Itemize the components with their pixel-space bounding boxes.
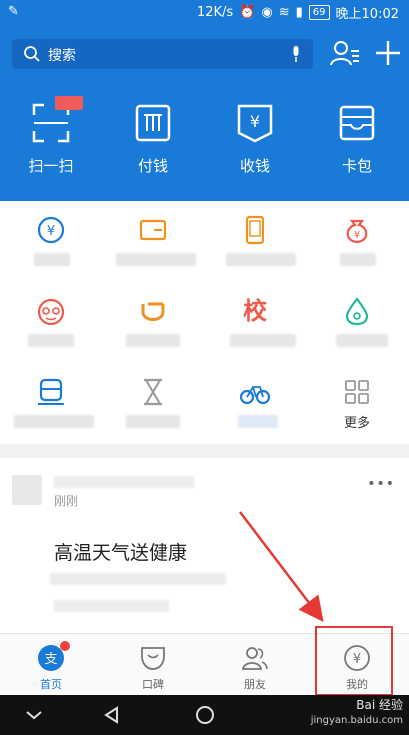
quick-action-label: 扫一扫: [28, 157, 74, 175]
blurred-label: [238, 415, 278, 428]
quick-action-pay[interactable]: 付钱: [102, 103, 204, 193]
clock: 晚上10:02: [335, 7, 399, 22]
more-options-icon[interactable]: •••: [367, 476, 395, 492]
alarm-icon: ⏰: [239, 5, 256, 20]
feed-card[interactable]: 刚刚 ••• 高温天气送健康: [0, 458, 409, 633]
search-icon: [24, 46, 40, 62]
blurred-label: [340, 253, 376, 266]
friends-icon: [241, 647, 268, 670]
blurred-label: [14, 415, 94, 428]
blurred-line: [50, 573, 226, 585]
watermark-site: jingyan.baidu.com: [310, 715, 403, 726]
svg-text:¥: ¥: [354, 230, 360, 241]
blurred-label: [126, 334, 180, 347]
app-money-bag[interactable]: ¥: [306, 201, 408, 282]
key-icon: ✎: [8, 4, 19, 19]
add-icon[interactable]: [374, 39, 402, 67]
drop-icon: [345, 297, 369, 326]
tab-home[interactable]: 支 首页: [0, 634, 102, 696]
notification-dot: [60, 641, 70, 651]
tab-label: 口碑: [142, 678, 164, 691]
network-speed: 12K/s: [196, 5, 234, 20]
tab-label: 朋友: [244, 678, 266, 691]
blurred-label: [230, 334, 296, 347]
microphone-icon[interactable]: [291, 46, 301, 62]
app-exchange[interactable]: ¥: [0, 201, 102, 282]
app-school[interactable]: 校: [204, 282, 306, 363]
tab-friends[interactable]: 朋友: [204, 634, 306, 696]
search-bar[interactable]: 搜索: [12, 39, 313, 69]
money-bag-icon: ¥: [346, 219, 368, 244]
scan-badge: [55, 96, 83, 110]
eye-icon: ◉: [261, 5, 273, 20]
tab-koubei[interactable]: 口碑: [102, 634, 204, 696]
app-hourglass[interactable]: [102, 363, 204, 444]
app-more[interactable]: 更多: [306, 363, 408, 444]
blurred-line: [54, 600, 169, 612]
android-nav-bar: Bai 经验 jingyan.baidu.com: [0, 695, 409, 735]
app-face[interactable]: [0, 282, 102, 363]
app-grid: ¥ ¥ 校 更多: [0, 201, 409, 444]
pay-icon: [135, 104, 171, 142]
contacts-icon[interactable]: [330, 39, 360, 67]
alipay-home-screen: ✎ 12K/s ⏰ ◉ ≋ ▮ 69 晚上10:02 搜索 扫一扫 付钱 ¥ 收…: [0, 0, 409, 735]
svg-text:支: 支: [44, 652, 57, 667]
quick-action-receive[interactable]: ¥ 收钱: [204, 103, 306, 193]
app-didi[interactable]: [102, 282, 204, 363]
search-placeholder: 搜索: [48, 48, 76, 64]
more-apps-icon: [345, 380, 369, 404]
quick-action-label: 付钱: [137, 157, 168, 175]
top-panel: 搜索 扫一扫 付钱 ¥ 收钱 卡包: [0, 25, 409, 201]
avatar: [12, 475, 42, 505]
koubei-icon: [141, 647, 165, 670]
bicycle-icon: [240, 386, 270, 405]
status-right: 12K/s ⏰ ◉ ≋ ▮ 69 晚上10:02: [197, 3, 399, 22]
didi-icon: [141, 302, 165, 321]
quick-action-card[interactable]: 卡包: [306, 103, 408, 193]
app-drop[interactable]: [306, 282, 408, 363]
quick-action-label: 卡包: [341, 157, 372, 175]
app-card[interactable]: [102, 201, 204, 282]
receive-money-icon: ¥: [237, 104, 273, 143]
glasses-face-icon: [37, 298, 65, 326]
svg-text:¥: ¥: [47, 224, 55, 239]
blurred-label: [28, 334, 74, 347]
quick-action-scan[interactable]: 扫一扫: [0, 103, 102, 193]
hourglass-icon: [144, 378, 162, 406]
back-icon[interactable]: [102, 705, 122, 725]
app-bike[interactable]: [204, 363, 306, 444]
post-time: 刚刚: [54, 494, 79, 508]
blurred-label: [116, 253, 196, 266]
watermark-brand: Bai 经验: [356, 698, 403, 712]
baidu-watermark: Bai 经验 jingyan.baidu.com: [311, 697, 403, 729]
wifi-icon: ≋: [278, 5, 290, 20]
svg-text:¥: ¥: [250, 112, 260, 131]
app-train[interactable]: [0, 363, 102, 444]
blurred-label: [336, 334, 388, 347]
blurred-label: [126, 415, 180, 428]
blurred-label: [34, 253, 70, 266]
card-wallet-icon: [339, 105, 375, 141]
bank-card-icon: [139, 219, 167, 241]
battery-level: 69: [308, 5, 330, 20]
annotation-highlight-box: [315, 626, 393, 696]
blurred-label: [226, 253, 296, 266]
feed-headline: 高温天气送健康: [54, 542, 188, 564]
status-bar: ✎ 12K/s ⏰ ◉ ≋ ▮ 69 晚上10:02: [0, 0, 409, 25]
currency-exchange-icon: ¥: [37, 216, 65, 244]
train-icon: [38, 378, 64, 405]
home-button-icon[interactable]: [195, 705, 215, 725]
app-phone[interactable]: [204, 201, 306, 282]
signal-icon: ▮: [295, 5, 303, 20]
more-label: 更多: [343, 416, 370, 431]
quick-action-label: 收钱: [239, 157, 270, 175]
chevron-down-icon[interactable]: [24, 705, 44, 725]
phone-icon: [245, 215, 265, 245]
blurred-title: [54, 476, 194, 488]
school-icon: 校: [243, 297, 267, 325]
tab-label: 首页: [40, 678, 62, 691]
